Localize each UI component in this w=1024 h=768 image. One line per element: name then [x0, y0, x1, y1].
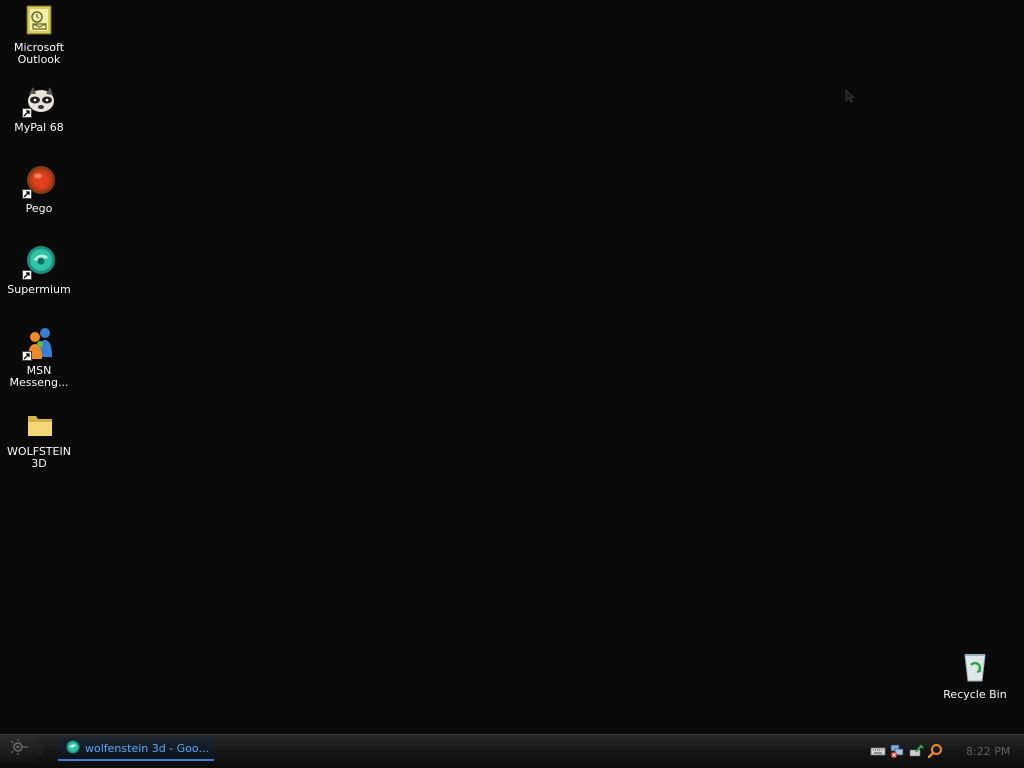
- system-tray: 8:22 PM: [870, 735, 1024, 767]
- clock[interactable]: 8:22 PM: [966, 745, 1024, 758]
- shortcut-arrow-icon: [22, 351, 32, 361]
- taskbar-button-supermium[interactable]: wolfenstein 3d - Goo...: [58, 737, 214, 761]
- shortcut-arrow-icon: [22, 189, 32, 199]
- supermium-icon: [22, 246, 56, 280]
- outlook-icon: [22, 4, 56, 38]
- desktop-icon-label: Recycle Bin: [943, 688, 1007, 701]
- taskbar: wolfenstein 3d - Goo... 8:22 PM: [0, 734, 1024, 768]
- desktop-icon-label: WOLFSTEIN 3D: [7, 445, 71, 470]
- search-icon[interactable]: [927, 743, 943, 759]
- desktop-icon-microsoft-outlook[interactable]: Microsoft Outlook: [0, 4, 78, 66]
- desktop-icon-label: MSN Messeng...: [9, 364, 69, 389]
- keyboard-icon[interactable]: [870, 743, 886, 759]
- shortcut-arrow-icon: [22, 108, 32, 118]
- mouse-cursor-icon: [845, 88, 856, 107]
- network-icon[interactable]: [889, 743, 905, 759]
- taskbar-button-label: wolfenstein 3d - Goo...: [85, 741, 209, 755]
- desktop-icon-msn-messenger[interactable]: MSN Messeng...: [0, 327, 78, 389]
- desktop-icon-supermium[interactable]: Supermium: [0, 246, 78, 296]
- folder-icon: [22, 408, 56, 442]
- desktop-icon-recycle-bin[interactable]: Recycle Bin: [936, 651, 1014, 701]
- desktop-icon-label: Microsoft Outlook: [13, 41, 65, 66]
- pego-icon: [22, 165, 56, 199]
- desktop-icon-wolfstein-3d[interactable]: WOLFSTEIN 3D: [0, 408, 78, 470]
- mypal-icon: [22, 84, 56, 118]
- safely-remove-icon[interactable]: [908, 743, 924, 759]
- shortcut-arrow-icon: [22, 270, 32, 280]
- start-button[interactable]: [0, 736, 46, 762]
- desktop-icon-pego[interactable]: Pego: [0, 165, 78, 215]
- desktop-icon-label: MyPal 68: [14, 121, 64, 134]
- supermium-icon: [66, 739, 80, 758]
- desktop-icon-label: Pego: [25, 202, 53, 215]
- msn-messenger-icon: [22, 327, 56, 361]
- recycle-bin-icon: [958, 651, 992, 685]
- desktop-icon-mypal-68[interactable]: MyPal 68: [0, 84, 78, 134]
- desktop-icon-label: Supermium: [7, 283, 71, 296]
- desktop: Microsoft Outlook MyPal 68 Pego Supermiu…: [0, 0, 1024, 734]
- start-orb-icon: [10, 739, 30, 759]
